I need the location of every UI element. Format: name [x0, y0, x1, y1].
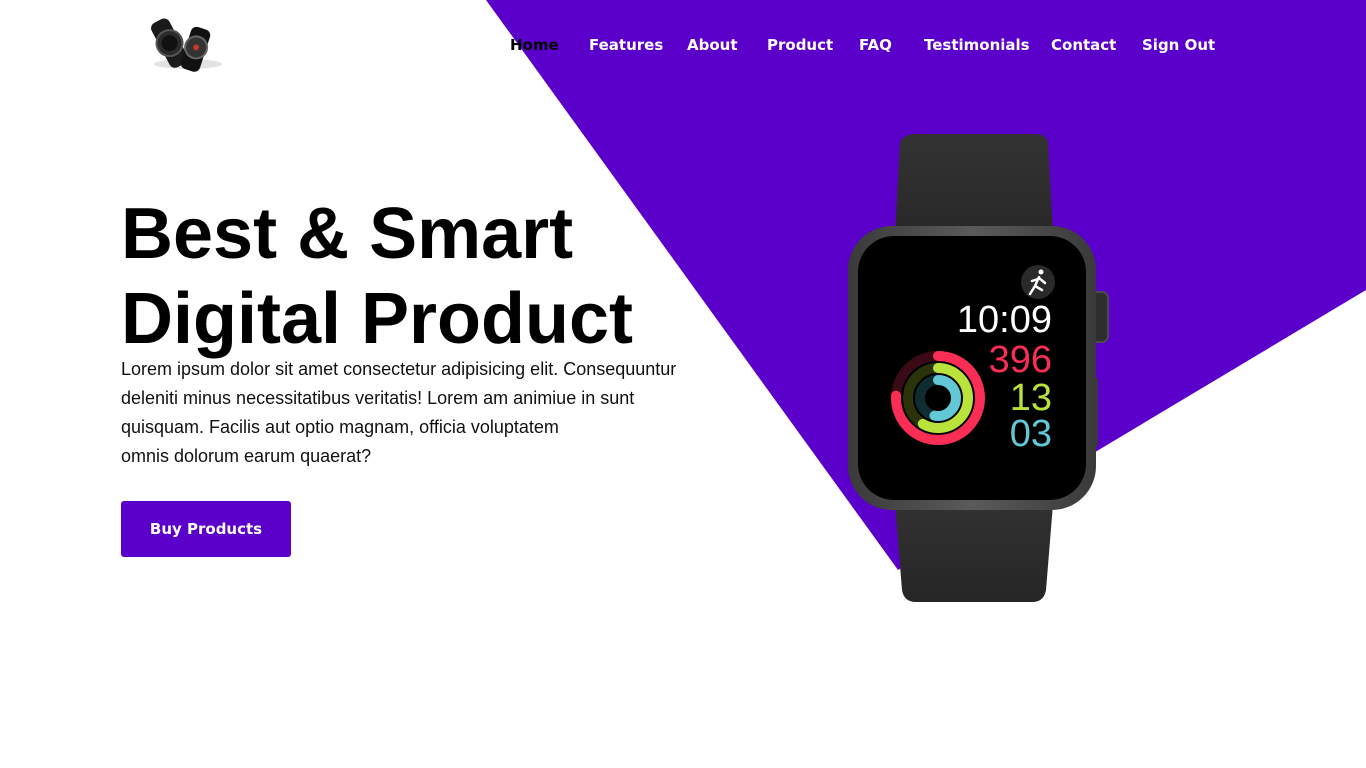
- hero-description-line: omnis dolorum earum quaerat?: [121, 446, 372, 466]
- hero-title-line-2: Digital Product: [121, 279, 634, 359]
- hero-title-line-1: Best & Smart: [121, 194, 574, 274]
- buy-products-button[interactable]: Buy Products: [121, 501, 291, 557]
- hero-description-line: quisquam. Facilis aut optio magnam, offi…: [121, 417, 559, 437]
- main-nav: Home Features About Product FAQ Testimon…: [0, 36, 1366, 60]
- nav-testimonials[interactable]: Testimonials: [924, 36, 1030, 54]
- hero-description-line: deleniti minus necessitatibus veritatis!…: [121, 388, 635, 408]
- hero-description-line: Lorem ipsum dolor sit amet consectetur a…: [121, 359, 677, 379]
- nav-home[interactable]: Home: [510, 36, 559, 54]
- smartwatch-image: 10:09 396 13 03: [848, 134, 1109, 602]
- nav-faq[interactable]: FAQ: [859, 36, 892, 54]
- nav-features[interactable]: Features: [589, 36, 663, 54]
- nav-contact[interactable]: Contact: [1051, 36, 1116, 54]
- nav-product[interactable]: Product: [767, 36, 833, 54]
- watch-time: 10:09: [957, 299, 1052, 341]
- watch-move-value: 396: [989, 339, 1052, 381]
- hero-description: Lorem ipsum dolor sit amet consectetur a…: [121, 355, 731, 471]
- watch-stand-value: 03: [1010, 413, 1052, 455]
- nav-sign-out[interactable]: Sign Out: [1142, 36, 1215, 54]
- nav-about[interactable]: About: [687, 36, 738, 54]
- hero-title: Best & Smart Digital Product: [121, 192, 633, 362]
